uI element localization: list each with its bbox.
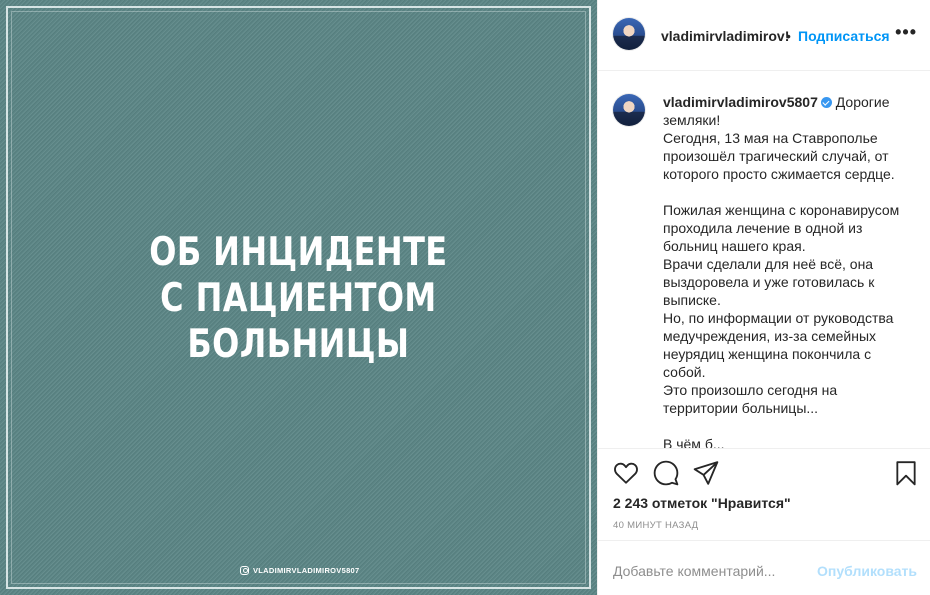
- headline-line: ОБ ИНЦИДЕНТЕ: [149, 230, 448, 275]
- comment-form: Опубликовать: [598, 540, 930, 595]
- publish-button[interactable]: Опубликовать: [817, 563, 917, 579]
- bookmark-icon[interactable]: [893, 460, 919, 486]
- post-image[interactable]: ОБ ИНЦИДЕНТЕ С ПАЦИЕНТОМ БОЛЬНИЦЫ VLADIM…: [0, 0, 597, 595]
- avatar[interactable]: [613, 18, 645, 50]
- post-header: vladimirvladimirov! • Подписаться •••: [598, 0, 930, 71]
- caption-area[interactable]: vladimirvladimirov5807 Дорогие земляки! …: [598, 71, 930, 448]
- watermark-text: VLADIMIRVLADIMIROV5807: [253, 565, 360, 575]
- headline-line: С ПАЦИЕНТОМ: [160, 276, 437, 321]
- caption-body: Дорогие земляки! Сегодня, 13 мая на Став…: [663, 94, 900, 448]
- post-sidebar: vladimirvladimirov! • Подписаться ••• vl…: [597, 0, 930, 595]
- image-watermark: VLADIMIRVLADIMIROV5807: [240, 563, 359, 577]
- header-separator: •: [786, 28, 791, 44]
- post-actions: 2 243 отметок "Нравится" 40 МИНУТ НАЗАД: [598, 448, 930, 540]
- more-icon[interactable]: •••: [895, 22, 917, 43]
- verified-icon: [820, 97, 832, 108]
- post-timestamp[interactable]: 40 МИНУТ НАЗАД: [613, 520, 698, 531]
- follow-button[interactable]: Подписаться: [798, 28, 890, 44]
- heart-icon[interactable]: [613, 460, 639, 486]
- image-headline: ОБ ИНЦИДЕНТЕ С ПАЦИЕНТОМ БОЛЬНИЦЫ: [54, 230, 544, 368]
- instagram-icon: [240, 565, 249, 575]
- caption: vladimirvladimirov5807 Дорогие земляки! …: [663, 93, 913, 448]
- comment-icon[interactable]: [653, 460, 679, 486]
- caption-avatar[interactable]: [613, 94, 645, 126]
- header-username[interactable]: vladimirvladimirov!: [661, 28, 789, 44]
- likes-count[interactable]: 2 243 отметок "Нравится": [613, 495, 791, 511]
- share-icon[interactable]: [693, 460, 719, 486]
- caption-username[interactable]: vladimirvladimirov5807: [663, 94, 818, 110]
- headline-line: БОЛЬНИЦЫ: [187, 322, 410, 367]
- comment-input[interactable]: [613, 561, 803, 581]
